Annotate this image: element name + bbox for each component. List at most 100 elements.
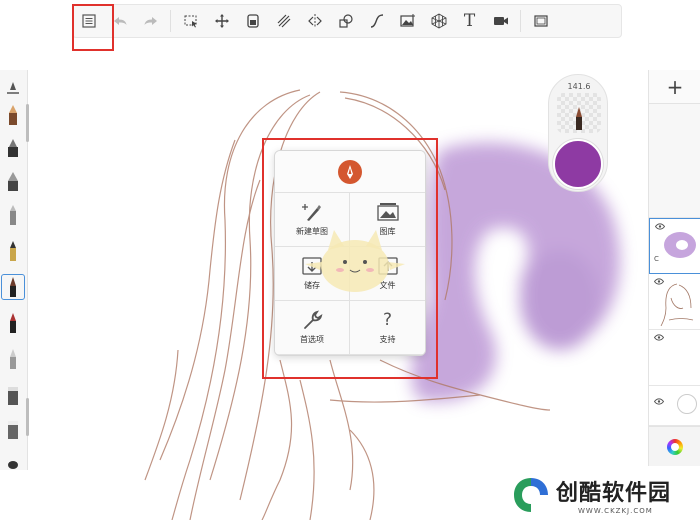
brush-item[interactable] <box>3 346 23 372</box>
smudge-brush-icon <box>8 421 18 439</box>
new-sketch-icon <box>302 204 321 221</box>
watermark-url: WWW.CKZKJ.COM <box>578 507 653 515</box>
brush-item[interactable] <box>3 134 23 160</box>
record-button[interactable] <box>485 6 516 36</box>
menu-item-preferences[interactable]: 首选项 <box>275 301 350 355</box>
brush-item[interactable] <box>3 310 23 336</box>
menu-item-file[interactable]: 文件 <box>350 247 425 301</box>
transform-move-icon <box>214 14 229 28</box>
perspective-grid-icon <box>431 13 446 29</box>
text-tool-button[interactable]: T <box>454 6 485 36</box>
file-icon <box>377 257 398 275</box>
marker-brush-icon <box>8 139 18 157</box>
fullscreen-button[interactable] <box>525 6 556 36</box>
brush-library-rail <box>0 70 29 470</box>
perspective-grid-button[interactable] <box>423 6 454 36</box>
brush-size-value: 141.6 <box>567 82 591 91</box>
gallery-icon <box>376 203 399 221</box>
slider-icon <box>7 82 19 94</box>
scrollbar[interactable] <box>26 398 29 436</box>
color-editor-button[interactable] <box>649 426 700 466</box>
brush-item[interactable] <box>3 238 23 264</box>
image-insert-button[interactable] <box>392 6 423 36</box>
brush-item[interactable] <box>3 202 23 228</box>
soft-brush-icon <box>10 349 16 369</box>
brush-item[interactable] <box>3 450 23 476</box>
menu-item-gallery[interactable]: 图库 <box>350 193 425 247</box>
add-layer-button[interactable]: + <box>649 70 700 104</box>
brush-item-selected[interactable] <box>1 274 25 300</box>
background-color-circle[interactable] <box>677 394 697 414</box>
brush-item[interactable] <box>3 382 23 408</box>
curve-icon <box>370 14 383 28</box>
ruler-icon <box>277 14 290 28</box>
menu-list-button[interactable] <box>73 6 104 36</box>
brush-item[interactable] <box>3 102 23 128</box>
color-swatch[interactable] <box>553 139 603 189</box>
main-menu-popup: 新建草图 图库 储存 文件 首选项 ? 支持 <box>274 150 426 356</box>
symmetry-tool-button[interactable] <box>299 6 330 36</box>
layer-thumbnail <box>664 232 696 258</box>
image-insert-icon <box>399 14 415 27</box>
brush-item[interactable] <box>3 416 23 442</box>
text-tool-icon: T <box>463 11 476 31</box>
eye-icon[interactable] <box>654 334 664 341</box>
brush-item[interactable] <box>3 168 23 194</box>
brush-puck[interactable]: 141.6 <box>548 74 608 192</box>
curve-tool-button[interactable] <box>361 6 392 36</box>
selection-icon <box>184 15 197 28</box>
shape-tool-button[interactable] <box>330 6 361 36</box>
shape-icon <box>338 14 353 28</box>
menu-item-new-sketch[interactable]: 新建草图 <box>275 193 350 247</box>
site-watermark: 创酷软件园 WWW.CKZKJ.COM <box>512 470 700 520</box>
menu-grid: 新建草图 图库 储存 文件 首选项 ? 支持 <box>275 193 425 355</box>
layer-tag: C <box>654 255 659 263</box>
layer-item-background[interactable] <box>649 386 700 426</box>
ink-pen-brush-icon <box>10 241 16 261</box>
brush-size-slider-handle[interactable] <box>3 76 23 102</box>
layer-empty-space <box>649 104 700 218</box>
symmetry-icon <box>307 14 322 28</box>
fill-tool-button[interactable] <box>237 6 268 36</box>
watermark-logo-icon <box>514 478 548 512</box>
texture-brush-icon <box>8 461 18 469</box>
color-wheel-icon <box>667 438 683 455</box>
layer-panel: + C <box>648 70 700 466</box>
layer-fill-icon <box>246 14 259 28</box>
layer-item-watercolor[interactable]: C <box>649 218 700 274</box>
toolbar-divider <box>170 10 171 32</box>
app-logo-icon <box>347 164 353 179</box>
transform-tool-button[interactable] <box>206 6 237 36</box>
ruler-tool-button[interactable] <box>268 6 299 36</box>
ballpoint-brush-icon <box>10 205 16 225</box>
undo-button[interactable] <box>104 6 135 36</box>
redo-button[interactable] <box>135 6 166 36</box>
save-icon <box>302 257 322 275</box>
pencil-brush-icon <box>9 105 17 125</box>
undo-icon <box>113 17 126 25</box>
layer-thumbnail <box>660 283 694 326</box>
layer-item-empty[interactable] <box>649 330 700 386</box>
wrench-icon <box>304 310 323 329</box>
main-toolbar: T <box>72 4 622 38</box>
layer-item-sketch[interactable] <box>649 274 700 330</box>
paint-brush-icon <box>10 277 16 297</box>
redo-icon <box>144 17 157 25</box>
current-brush-icon <box>576 107 582 130</box>
video-record-icon <box>493 17 508 25</box>
airbrush-icon <box>8 172 18 191</box>
scrollbar[interactable] <box>26 104 29 142</box>
eraser-brush-icon <box>8 387 18 405</box>
menu-item-save[interactable]: 储存 <box>275 247 350 301</box>
felt-pen-brush-icon <box>10 313 16 333</box>
menu-item-support[interactable]: ? 支持 <box>350 301 425 355</box>
watermark-name: 创酷软件园 <box>556 481 672 506</box>
fullscreen-icon <box>533 15 548 27</box>
app-logo[interactable] <box>338 159 362 184</box>
menu-header <box>275 151 425 193</box>
menu-list-icon <box>81 14 96 28</box>
toolbar-divider <box>520 10 521 32</box>
eye-icon[interactable] <box>654 398 664 405</box>
question-icon: ? <box>382 310 393 330</box>
selection-tool-button[interactable] <box>175 6 206 36</box>
